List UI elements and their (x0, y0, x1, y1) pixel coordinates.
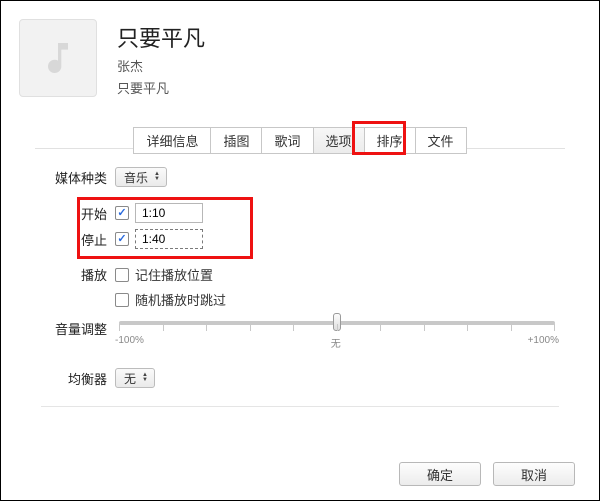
updown-icon: ▲▼ (142, 373, 148, 383)
slider-labels: -100% 无 +100% (115, 335, 559, 350)
media-kind-select[interactable]: 音乐 ▲▼ (115, 167, 167, 187)
equalizer-label: 均衡器 (41, 369, 115, 388)
stop-checkbox[interactable] (115, 232, 129, 246)
media-kind-row: 媒体种类 音乐 ▲▼ (41, 167, 559, 187)
ok-button[interactable]: 确定 (399, 462, 481, 486)
equalizer-row: 均衡器 无 ▲▼ (41, 368, 559, 388)
media-kind-label: 媒体种类 (41, 168, 115, 187)
equalizer-value: 无 (124, 370, 136, 387)
start-row: 开始 (41, 203, 559, 223)
remember-position-row: 播放 记住播放位置 (41, 265, 559, 284)
media-kind-value: 音乐 (124, 169, 148, 186)
remember-position-checkbox[interactable] (115, 268, 129, 282)
stop-row: 停止 (41, 229, 559, 249)
volume-row: 音量调整 -100% 无 +100% (41, 317, 559, 350)
album-artwork-placeholder (19, 19, 97, 97)
skip-shuffle-checkbox[interactable] (115, 293, 129, 307)
playback-group: 播放 记住播放位置 随机播放时跳过 (41, 265, 559, 309)
options-body: 媒体种类 音乐 ▲▼ 开始 停止 播放 记住播放位置 (1, 149, 599, 388)
equalizer-select[interactable]: 无 ▲▼ (115, 368, 155, 388)
music-note-icon (38, 38, 78, 78)
start-time-input[interactable] (135, 203, 203, 223)
song-title: 只要平凡 (117, 21, 205, 53)
song-artist: 张杰 (117, 56, 205, 75)
song-meta: 只要平凡 张杰 只要平凡 (117, 19, 205, 97)
stop-label: 停止 (41, 230, 115, 249)
dialog-footer: 确定 取消 (399, 462, 575, 486)
start-checkbox[interactable] (115, 206, 129, 220)
remember-position-text: 记住播放位置 (135, 265, 213, 284)
volume-slider[interactable]: -100% 无 +100% (115, 317, 559, 350)
song-album: 只要平凡 (117, 78, 205, 97)
updown-icon: ▲▼ (154, 172, 160, 182)
volume-label: 音量调整 (41, 317, 115, 338)
dialog-header: 只要平凡 张杰 只要平凡 (1, 1, 599, 107)
slider-max: +100% (528, 335, 559, 350)
skip-shuffle-row: 随机播放时跳过 (41, 290, 559, 309)
start-label: 开始 (41, 204, 115, 223)
stop-time-input[interactable] (135, 229, 203, 249)
song-options-dialog: 只要平凡 张杰 只要平凡 详细信息 插图 歌词 选项 排序 文件 媒体种类 音乐… (0, 0, 600, 501)
slider-mid: 无 (331, 335, 341, 350)
slider-min: -100% (115, 335, 144, 350)
tabs-bar: 详细信息 插图 歌词 选项 排序 文件 (35, 119, 565, 149)
time-group: 开始 停止 (41, 197, 559, 259)
footer-divider (41, 406, 559, 407)
cancel-button[interactable]: 取消 (493, 462, 575, 486)
skip-shuffle-text: 随机播放时跳过 (135, 290, 226, 309)
playback-label: 播放 (41, 265, 115, 284)
